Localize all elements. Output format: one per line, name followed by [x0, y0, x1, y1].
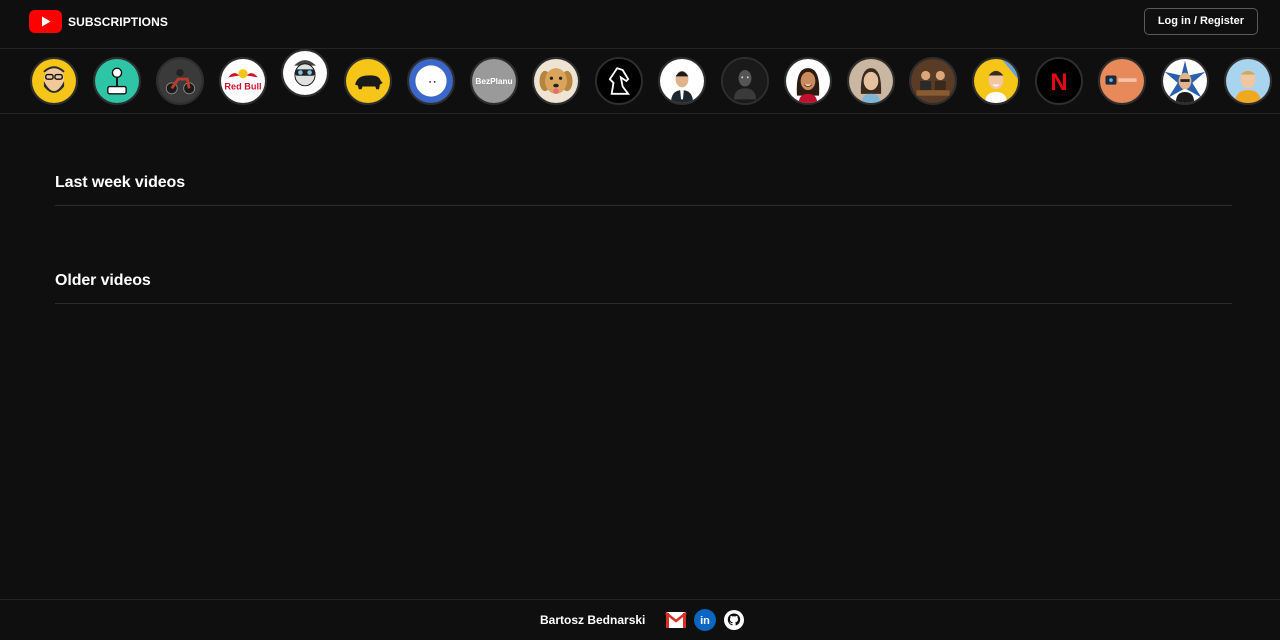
red-bull-logo-avatar: Red Bull [221, 59, 265, 103]
channel-avatar-man-blue-sky[interactable] [1224, 57, 1272, 105]
channel-avatar-red-bull[interactable]: Red Bull [219, 57, 267, 105]
svg-text:in: in [700, 615, 710, 627]
channel-avatar-man-yellow[interactable] [972, 57, 1020, 105]
channel-avatar-joystick[interactable] [93, 57, 141, 105]
channel-avatar-bearded-man[interactable] [30, 57, 78, 105]
older-videos-heading: Older videos [55, 272, 151, 289]
man-star-bg-avatar [1163, 59, 1207, 103]
github-link[interactable] [723, 609, 745, 631]
motorcycle-avatar [158, 59, 202, 103]
orange-tech-avatar [1100, 59, 1144, 103]
channel-avatar-horse[interactable] [595, 57, 643, 105]
dots-face-avatar [409, 59, 453, 103]
man-blue-sky-avatar [1226, 59, 1270, 103]
svg-text:BezPlanu: BezPlanu [475, 77, 512, 86]
man-in-suit-avatar [660, 59, 704, 103]
login-register-button[interactable]: Log in / Register [1143, 8, 1258, 35]
youtube-logo-icon [29, 10, 62, 33]
brand-title: SUBSCRIPTIONS [68, 14, 168, 29]
channel-avatar-man-in-suit[interactable] [658, 57, 706, 105]
horse-head-avatar [597, 59, 641, 103]
bearded-man-cartoon-avatar [32, 59, 76, 103]
channel-avatar-golden-dog[interactable] [532, 57, 580, 105]
bezplanu-text-avatar: BezPlanu [472, 59, 516, 103]
svg-text:Red Bull: Red Bull [224, 81, 261, 91]
man-yellow-bg-avatar [974, 59, 1018, 103]
channel-avatar-netflix[interactable]: N [1035, 57, 1083, 105]
gmail-link[interactable] [665, 609, 687, 631]
last-week-videos-section: Last week videos [55, 174, 1232, 206]
linkedin-link[interactable]: in [694, 609, 716, 631]
channel-avatar-group-photo[interactable] [909, 57, 957, 105]
channel-avatar-dots-face[interactable] [407, 57, 455, 105]
page: SUBSCRIPTIONS Log in / Register Red Bull… [0, 0, 1280, 640]
channel-avatar-man-star[interactable] [1161, 57, 1209, 105]
boar-silhouette-avatar [346, 59, 390, 103]
linkedin-icon: in [694, 609, 716, 631]
svg-text:N: N [1050, 69, 1067, 96]
woman-portrait-avatar [849, 59, 893, 103]
channel-avatar-bezplanu[interactable]: BezPlanu [470, 57, 518, 105]
netflix-logo-avatar: N [1037, 59, 1081, 103]
joystick-avatar [95, 59, 139, 103]
golden-dog-avatar [534, 59, 578, 103]
channel-avatar-dark-portrait[interactable] [721, 57, 769, 105]
dark-portrait-avatar [723, 59, 767, 103]
channel-avatar-boar[interactable] [344, 57, 392, 105]
header: SUBSCRIPTIONS Log in / Register [0, 0, 1280, 44]
last-week-videos-heading: Last week videos [55, 174, 186, 191]
brand-link[interactable]: SUBSCRIPTIONS [29, 10, 168, 33]
channel-avatar-bar: Red Bull BezPlanu N [0, 48, 1280, 114]
channel-avatar-goggles[interactable] [281, 49, 329, 97]
channel-avatar-smiling-woman[interactable] [784, 57, 832, 105]
gmail-icon [665, 612, 687, 628]
author-name: Bartosz Bednarski [540, 613, 646, 627]
goggles-character-avatar [283, 51, 327, 95]
channel-avatar-woman-portrait[interactable] [847, 57, 895, 105]
smiling-woman-avatar [786, 59, 830, 103]
github-icon [724, 610, 744, 630]
group-photo-avatar [911, 59, 955, 103]
older-videos-section: Older videos [55, 272, 1232, 304]
channel-avatar-orange-tech[interactable] [1098, 57, 1146, 105]
channel-avatar-motorcycle[interactable] [156, 57, 204, 105]
footer: Bartosz Bednarski in [0, 599, 1280, 640]
